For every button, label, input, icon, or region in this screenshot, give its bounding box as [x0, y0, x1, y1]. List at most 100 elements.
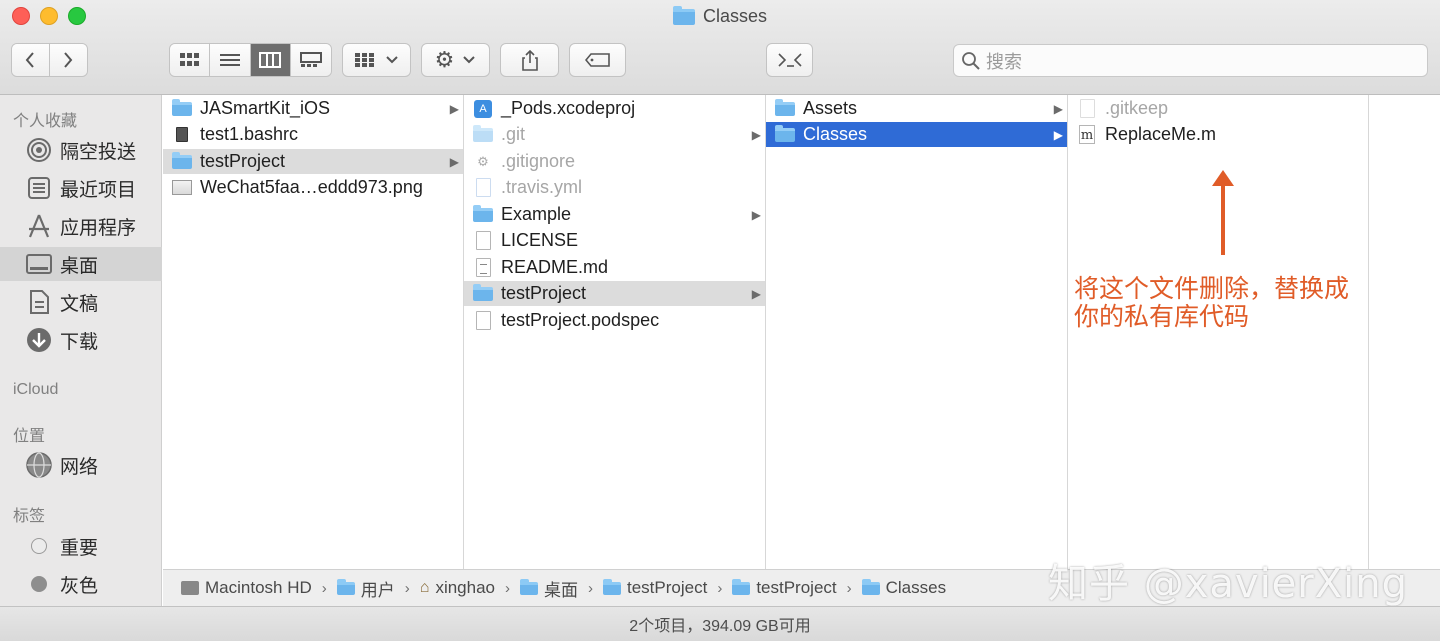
path-crumb[interactable]: Classes — [861, 578, 947, 598]
file-name: LICENSE — [501, 230, 579, 250]
list-view-button[interactable] — [210, 44, 251, 76]
folder-icon — [172, 151, 192, 172]
column-view-button[interactable] — [250, 44, 291, 76]
path-crumb[interactable]: Macintosh HD — [181, 578, 312, 598]
window-titlebar: Classes ⚙ 搜索 — [0, 0, 1440, 95]
chevron-right-icon — [64, 52, 73, 68]
icon-view-button[interactable] — [170, 44, 211, 76]
sidebar-item-documents[interactable]: 文稿 — [0, 285, 162, 319]
path-crumb[interactable]: ⌂ xinghao — [420, 578, 495, 598]
script-file-icon — [172, 125, 192, 145]
annotation-arrow-line — [1221, 183, 1225, 255]
text-document-icon — [473, 258, 493, 278]
airdrop-icon — [26, 137, 52, 163]
path-crumb[interactable]: testProject — [603, 578, 707, 598]
watermark: 知乎 @xavierXing — [1048, 561, 1408, 607]
sidebar-item-label: 应用程序 — [60, 217, 137, 239]
chevron-down-icon — [463, 56, 476, 64]
path-crumb-label: Macintosh HD — [205, 578, 312, 597]
chevron-down-icon — [385, 56, 398, 64]
group-by-button[interactable] — [342, 43, 411, 77]
list-item[interactable]: .git ▶ — [464, 122, 765, 147]
folder-icon — [336, 578, 355, 595]
sidebar-item-tag-gray[interactable]: 灰色 — [0, 567, 162, 601]
disclosure-arrow-icon: ▶ — [1053, 101, 1063, 116]
document-icon — [473, 231, 493, 251]
window-title: Classes — [0, 5, 1440, 27]
documents-icon — [26, 289, 52, 315]
file-name: .gitkeep — [1105, 98, 1169, 118]
navigation-buttons — [11, 43, 88, 77]
disclosure-arrow-icon: ▶ — [1053, 127, 1063, 142]
path-crumb[interactable]: 桌面 — [520, 576, 578, 601]
back-button[interactable] — [12, 44, 50, 76]
browser-column-3: Assets ▶ Classes ▶ — [766, 95, 1068, 569]
list-item[interactable]: LICENSE — [464, 228, 765, 253]
gear-icon: ⚙ — [434, 47, 455, 72]
folder-icon — [775, 124, 795, 145]
yaml-file-icon — [473, 178, 493, 198]
list-item[interactable]: test1.bashrc — [163, 122, 463, 147]
list-item[interactable]: Classes ▶ — [766, 122, 1067, 147]
sidebar-item-network[interactable]: 网络 — [0, 448, 162, 482]
path-separator-icon: › — [588, 579, 593, 597]
list-item[interactable]: .travis.yml — [464, 175, 765, 200]
list-item[interactable]: testProject ▶ — [163, 149, 463, 174]
sidebar-item-airdrop[interactable]: 隔空投送 — [0, 133, 162, 167]
folder-icon — [775, 98, 795, 119]
path-separator-icon: › — [846, 579, 852, 597]
list-item[interactable]: testProject.podspec — [464, 308, 765, 333]
status-text: 2个项目，394.09 GB可用 — [629, 618, 811, 635]
window-title-label: Classes — [702, 6, 768, 26]
sidebar-item-label: 下载 — [60, 331, 99, 353]
path-crumb[interactable]: 用户 — [336, 576, 395, 601]
share-button[interactable] — [500, 43, 559, 77]
sidebar-item-recents[interactable]: 最近项目 — [0, 171, 162, 205]
sidebar-item-applications[interactable]: 应用程序 — [0, 209, 162, 243]
gallery-view-button[interactable] — [290, 44, 331, 76]
path-crumb[interactable]: testProject — [732, 578, 837, 598]
path-separator-icon: › — [404, 579, 410, 597]
browser-column-4: .gitkeep m ReplaceMe.m — [1068, 95, 1369, 569]
list-item[interactable]: testProject ▶ — [464, 281, 765, 306]
list-item[interactable]: JASmartKit_iOS ▶ — [163, 96, 463, 121]
folder-icon — [672, 5, 695, 25]
icloud-header: iCloud — [13, 381, 59, 398]
file-name: Assets — [803, 98, 858, 118]
action-menu-button[interactable]: ⚙ — [421, 43, 490, 77]
home-icon: ⌂ — [419, 579, 430, 596]
folder-icon — [473, 124, 493, 145]
list-item[interactable]: .gitkeep — [1068, 96, 1368, 121]
list-item[interactable]: README.md — [464, 255, 765, 280]
sidebar: 个人收藏 隔空投送 最近项目 应用程序 桌面 文稿 下载 iCloud 位置 网… — [0, 95, 162, 606]
list-icon — [219, 54, 240, 66]
sidebar-item-desktop[interactable]: 桌面 — [0, 247, 162, 281]
search-field[interactable]: 搜索 — [953, 44, 1428, 77]
locations-header: 位置 — [13, 428, 46, 445]
tags-button[interactable] — [569, 43, 626, 77]
list-item[interactable]: ⚙ .gitignore — [464, 149, 765, 174]
annotation-line-1: 将这个文件删除，替换成 — [1074, 274, 1350, 303]
network-icon — [26, 452, 52, 478]
file-name: .git — [501, 124, 526, 144]
icon-grid-icon — [179, 53, 199, 66]
status-bar: 2个项目，394.09 GB可用 — [0, 606, 1440, 641]
terminal-button[interactable] — [766, 43, 813, 77]
list-item[interactable]: Example ▶ — [464, 202, 765, 227]
sidebar-item-tag-important[interactable]: 重要 — [0, 529, 162, 563]
list-item[interactable]: WeChat5faa…eddd973.png — [163, 175, 463, 200]
applications-icon — [26, 213, 52, 239]
forward-button[interactable] — [49, 44, 87, 76]
disclosure-arrow-icon: ▶ — [751, 286, 761, 301]
list-item[interactable]: m ReplaceMe.m — [1068, 122, 1368, 147]
sidebar-item-label: 文稿 — [60, 293, 99, 315]
recents-icon — [26, 175, 52, 201]
gear-icon: ⚙ — [477, 153, 489, 169]
gallery-icon — [299, 52, 322, 67]
sidebar-item-downloads[interactable]: 下载 — [0, 323, 162, 357]
folder-icon — [603, 578, 621, 595]
list-item[interactable]: A _Pods.xcodeproj — [464, 96, 765, 121]
list-item[interactable]: Assets ▶ — [766, 96, 1067, 121]
search-placeholder: 搜索 — [986, 51, 1022, 72]
path-crumb-label: Classes — [885, 578, 947, 597]
